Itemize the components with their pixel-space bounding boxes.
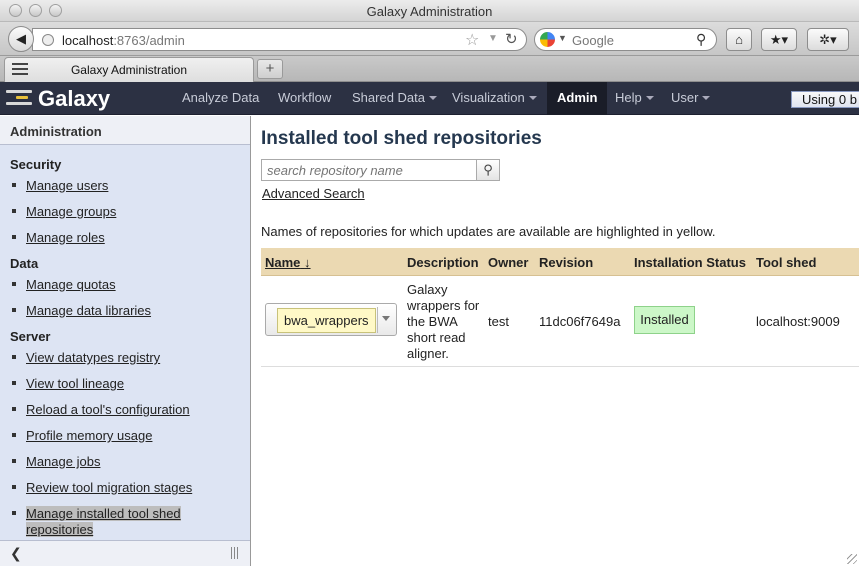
nav-user[interactable]: User [671,82,711,115]
new-tab-button[interactable]: + [257,59,283,79]
galaxy-logo-icon [6,90,32,108]
link-manage-jobs[interactable]: Manage jobs [12,454,100,469]
link-reload-tool-configuration[interactable]: Reload a tool's configuration [12,402,190,417]
link-manage-quotas[interactable]: Manage quotas [12,277,116,292]
window-title-bar: Galaxy Administration [0,0,859,22]
table-row: bwa_wrappers Galaxy wrappers for the BWA… [261,276,859,367]
chevron-down-icon [429,96,437,100]
nav-analyze-data[interactable]: Analyze Data [182,82,259,115]
chevron-down-icon [528,96,537,100]
nav-help[interactable]: Help [615,82,654,115]
repository-owner: test [488,314,509,329]
column-revision: Revision [539,255,594,270]
brand-text: Galaxy [38,86,111,111]
tab-label: Galaxy Administration [70,63,188,77]
section-server: Server [10,329,51,344]
magnifier-icon[interactable]: ⚲ [696,31,706,48]
repository-revision: 11dc06f7649a [539,314,621,329]
table-header: Name ↓ Description Owner Revision Instal… [261,248,859,276]
repository-search-input[interactable] [261,159,477,181]
link-manage-roles[interactable]: Manage roles [12,230,105,245]
nav-shared-data[interactable]: Shared Data [352,82,437,115]
update-highlight-note: Names of repositories for which updates … [261,224,716,239]
link-view-datatypes-registry[interactable]: View datatypes registry [12,350,160,365]
search-button[interactable]: ⚲ [476,159,500,181]
resize-handle-icon[interactable] [231,547,239,559]
bookmark-star-icon[interactable]: ☆ [465,30,479,50]
nav-admin[interactable]: Admin [547,82,608,115]
sort-arrow-icon: ↓ [304,255,311,270]
link-manage-groups[interactable]: Manage groups [12,204,116,219]
column-description: Description [407,255,479,270]
browser-toolbar: localhost:8763/admin ☆ ▼ ↻ ◀ ▼ Google ⚲ … [0,22,859,56]
tab-galaxy-administration[interactable]: Galaxy Administration [4,57,254,82]
back-button[interactable]: ◀ [8,26,34,52]
quota-meter: Using 0 b [791,91,859,108]
url-bar[interactable]: localhost:8763/admin ☆ ▼ ↻ [32,28,527,51]
nav-workflow[interactable]: Workflow [278,82,331,115]
column-name[interactable]: Name ↓ [265,255,311,270]
link-profile-memory-usage[interactable]: Profile memory usage [12,428,152,443]
repository-description: Galaxy wrappers for the BWA short read a… [407,282,480,361]
column-owner: Owner [488,255,529,270]
globe-icon [42,34,54,46]
section-data: Data [10,256,39,271]
link-manage-data-libraries[interactable]: Manage data libraries [12,303,151,318]
window-title: Galaxy Administration [366,4,493,19]
nav-visualization[interactable]: Visualization [452,82,537,115]
panel-title: Administration [10,124,102,139]
status-badge: Installed [634,306,695,334]
search-bar[interactable]: ▼ Google ⚲ [534,28,717,51]
collapse-panel-icon[interactable]: ❮ [10,545,22,562]
page-title: Installed tool shed repositories [261,128,542,149]
link-review-tool-migration-stages[interactable]: Review tool migration stages [12,480,192,495]
history-dropdown-icon[interactable]: ▼ [488,33,498,44]
search-icon: ⚲ [483,162,493,177]
repository-tool-shed: localhost:9009 [756,314,840,329]
repository-popup-menu[interactable]: bwa_wrappers [265,303,397,336]
link-manage-users[interactable]: Manage users [12,178,108,193]
tab-strip: Galaxy Administration + [0,56,859,82]
main-content: Installed tool shed repositories ⚲ Advan… [251,116,859,566]
chevron-down-icon [702,96,711,100]
url-text[interactable]: localhost:8763/admin [62,33,185,48]
column-installation-status: Installation Status [634,255,746,270]
window-resize-grip[interactable] [847,554,857,564]
link-manage-installed-tool-shed-repositories[interactable]: Manage installed tool shed repositories [12,506,181,538]
chevron-down-icon [645,96,654,100]
column-tool-shed: Tool shed [756,255,817,270]
left-panel: Administration Security Manage users Man… [0,116,251,566]
search-engine-dropdown-icon[interactable]: ▼ [558,33,567,43]
section-security: Security [10,157,62,172]
bookmarks-button[interactable]: ★▾ [761,28,797,51]
advanced-search-link[interactable]: Advanced Search [262,186,365,201]
extension-button[interactable]: ✲▾ [807,28,849,51]
left-panel-header: Administration [0,116,250,145]
home-button[interactable]: ⌂ [726,28,752,51]
search-bar-placeholder: Google [572,33,614,48]
reload-icon[interactable]: ↻ [505,30,518,48]
dropdown-arrow-icon[interactable] [382,316,390,321]
left-panel-footer: ❮ [0,540,250,566]
google-icon[interactable] [540,32,555,47]
repository-name[interactable]: bwa_wrappers [277,308,376,333]
link-view-tool-lineage[interactable]: View tool lineage [12,376,124,391]
galaxy-masthead: Galaxy Analyze Data Workflow Shared Data… [0,82,859,115]
